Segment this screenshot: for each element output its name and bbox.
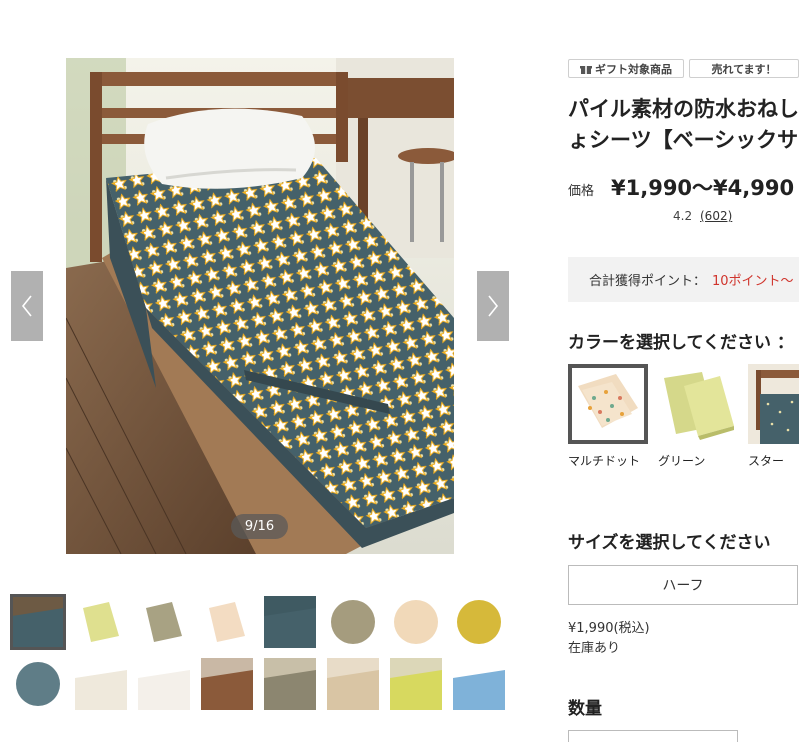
color-label-multidot: マルチドット — [568, 454, 641, 468]
points-label: 合計獲得ポイント： — [589, 274, 707, 289]
rating-value: 4.2 — [673, 209, 693, 223]
price-value: ¥1,990〜¥4,990 — [611, 176, 795, 200]
thumbnail-image — [138, 596, 190, 648]
green-sheet-image — [658, 364, 738, 444]
thumb-khaki-round[interactable] — [327, 596, 379, 648]
size-option-half[interactable]: ハーフ — [568, 565, 798, 605]
bestseller-badge: 売れてます！ — [689, 59, 799, 78]
thumbnail-image — [75, 596, 127, 648]
quantity-select[interactable] — [568, 730, 738, 742]
thumbnail-image — [264, 658, 316, 710]
color-swatch-star[interactable] — [748, 364, 799, 444]
gift-badge: ギフト対象商品 — [568, 59, 684, 78]
color-label-green: グリーン — [658, 454, 706, 468]
thumbnail-image — [138, 658, 190, 710]
stock-status: 在庫あり — [568, 641, 621, 656]
color-label-star: スター — [748, 454, 785, 468]
thumbnail-image — [390, 596, 442, 648]
chevron-left-icon — [21, 295, 32, 317]
thumbnail-image — [327, 596, 379, 648]
thumb-star-round[interactable] — [12, 658, 64, 710]
size-section-title: サイズを選択してください — [568, 533, 771, 553]
points-box: 合計獲得ポイント： 10ポイント〜 — [568, 257, 799, 302]
color-swatch-multidot[interactable] — [568, 364, 648, 444]
thumb-size-chart[interactable] — [75, 658, 127, 710]
quantity-title: 数量 — [568, 699, 602, 719]
color-section-title: カラーを選択してください ： — [568, 333, 794, 353]
thumbnail-image — [264, 596, 316, 648]
thumb-yellow-round[interactable] — [453, 596, 505, 648]
thumb-bed-lifestyle[interactable] — [201, 658, 253, 710]
thumb-green-folded[interactable] — [75, 596, 127, 648]
image-counter: 9/16 — [231, 514, 288, 539]
thumb-khaki-bed[interactable] — [264, 658, 316, 710]
thumbnail-image — [453, 596, 505, 648]
thumbnail-image — [12, 658, 64, 710]
main-product-image — [66, 58, 454, 554]
thumb-multidot-round[interactable] — [390, 596, 442, 648]
thumb-multidot-folded[interactable] — [201, 596, 253, 648]
size-price: ¥1,990(税込) — [568, 621, 650, 636]
thumbnail-image — [12, 596, 64, 648]
thumb-feature-chart[interactable] — [138, 658, 190, 710]
gift-badge-label: ギフト対象商品 — [595, 62, 672, 76]
thumbnail-image — [327, 658, 379, 710]
thumb-beige-bed[interactable] — [327, 658, 379, 710]
thumbnail-image — [75, 658, 127, 710]
color-swatch-green[interactable] — [658, 364, 738, 444]
thumb-waterproof-demo[interactable] — [453, 658, 505, 710]
bed-photo-illustration — [66, 58, 454, 554]
thumb-star-navy[interactable] — [264, 596, 316, 648]
price-label: 価格 — [568, 184, 595, 199]
thumbnail-image — [453, 658, 505, 710]
thumbnail-image — [390, 658, 442, 710]
chevron-right-icon — [488, 295, 499, 317]
thumb-bed-star[interactable] — [10, 594, 66, 650]
multidot-sheet-image — [572, 368, 644, 440]
gift-icon — [580, 65, 592, 74]
star-sheet-image — [748, 364, 799, 444]
thumbnail-image — [201, 596, 253, 648]
product-title: パイル素材の防水おねしょシーツ【ベーシックサイズ・ベッドパッド・ラグ】 — [568, 97, 799, 152]
thumb-green-bed[interactable] — [390, 658, 442, 710]
next-image-button[interactable] — [477, 271, 509, 341]
thumbnail-image — [201, 658, 253, 710]
prev-image-button[interactable] — [11, 271, 43, 341]
review-count-link[interactable]: (602) — [700, 209, 732, 223]
thumb-khaki-folded[interactable] — [138, 596, 190, 648]
points-value: 10ポイント〜 — [712, 274, 794, 289]
